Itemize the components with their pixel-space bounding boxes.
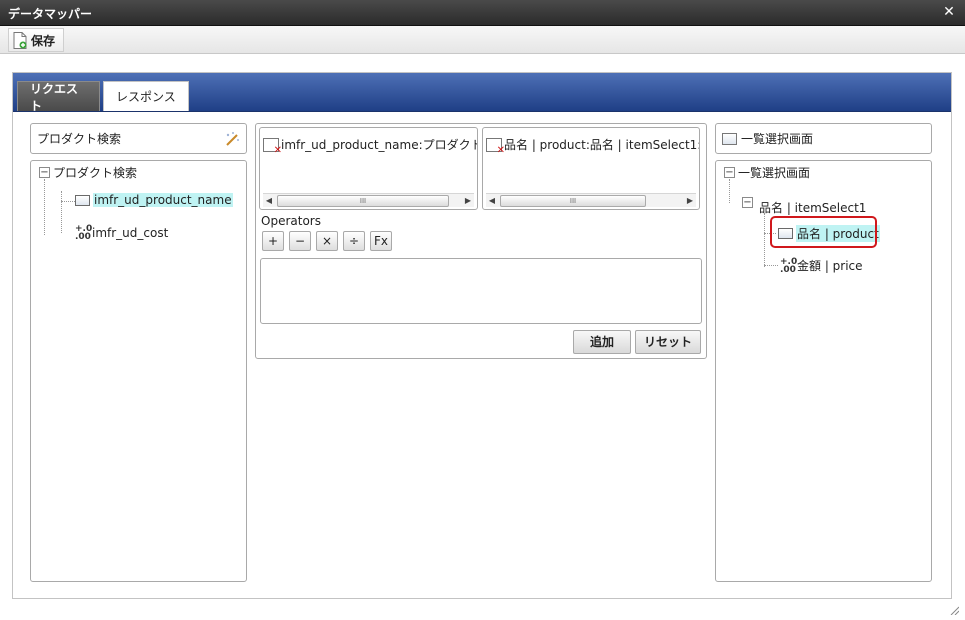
tree-connector bbox=[61, 191, 62, 233]
scroll-right-icon[interactable]: ▶ bbox=[462, 194, 474, 208]
operators-label: Operators bbox=[261, 214, 321, 228]
save-document-icon bbox=[13, 31, 27, 49]
tree-connector bbox=[764, 265, 778, 266]
target-field-box: 品名 | product:品名 | itemSelect1:一覧選択画面 ◀ I… bbox=[482, 127, 700, 210]
selection-highlight-outline bbox=[770, 216, 877, 248]
tree-connector bbox=[44, 179, 45, 235]
tree-item-label: 金額 | price bbox=[797, 259, 863, 273]
scroll-left-icon[interactable]: ◀ bbox=[263, 194, 275, 208]
operator-function-button[interactable]: Fx bbox=[370, 231, 392, 251]
tab-request[interactable]: リクエスト bbox=[17, 81, 100, 113]
collapse-icon[interactable]: − bbox=[724, 167, 735, 178]
screen-list-icon bbox=[722, 132, 737, 145]
tree-item-product-name[interactable]: imfr_ud_product_name bbox=[75, 193, 233, 207]
tree-group-itemselect[interactable]: − 品名 | itemSelect1 bbox=[742, 195, 866, 216]
left-source-header: プロダクト検索 bbox=[30, 123, 247, 154]
number-field-icon: +.0 .00 bbox=[780, 256, 798, 275]
tab-request-label: リクエスト bbox=[30, 81, 79, 113]
scroll-thumb[interactable]: III bbox=[277, 195, 449, 207]
text-field-icon bbox=[75, 194, 90, 206]
horizontal-scrollbar[interactable]: ◀ III ▶ bbox=[486, 193, 696, 207]
operator-divide-button[interactable]: ÷ bbox=[343, 231, 365, 251]
left-source-title: プロダクト検索 bbox=[37, 132, 122, 146]
number-field-icon: +.0 .00 bbox=[75, 224, 93, 242]
add-button[interactable]: 追加 bbox=[573, 330, 631, 354]
scroll-thumb[interactable]: III bbox=[500, 195, 646, 207]
operator-multiply-button[interactable]: × bbox=[316, 231, 338, 251]
resize-grip-icon[interactable] bbox=[949, 604, 960, 616]
operator-minus-button[interactable]: − bbox=[289, 231, 311, 251]
close-icon[interactable]: ✕ bbox=[941, 4, 957, 20]
save-button-label: 保存 bbox=[31, 33, 56, 48]
tree-item-label: imfr_ud_cost bbox=[92, 226, 169, 240]
field-error-icon bbox=[263, 137, 282, 156]
save-button[interactable]: 保存 bbox=[8, 28, 65, 52]
tree-root-label: プロダクト検索 bbox=[53, 166, 138, 180]
tree-item-cost[interactable]: +.0 .00 imfr_ud_cost bbox=[75, 224, 169, 242]
expression-input[interactable] bbox=[260, 258, 702, 324]
tab-response-label: レスポンス bbox=[116, 90, 176, 104]
field-error-icon bbox=[486, 137, 505, 156]
operator-plus-button[interactable]: + bbox=[262, 231, 284, 251]
tree-connector bbox=[764, 213, 765, 267]
right-target-header: 一覧選択画面 bbox=[715, 123, 932, 154]
tree-root-label: 一覧選択画面 bbox=[738, 166, 811, 180]
horizontal-scrollbar[interactable]: ◀ III ▶ bbox=[263, 193, 474, 207]
left-source-tree: − プロダクト検索 imfr_ud_product_name +.0 .00 i… bbox=[30, 160, 247, 582]
source-field-box: imfr_ud_product_name:プロダクト検索 ◀ III ▶ bbox=[259, 127, 478, 210]
tree-item-price[interactable]: +.0 .00 金額 | price bbox=[780, 257, 863, 274]
toolbar: 保存 bbox=[0, 26, 965, 54]
tree-root[interactable]: − プロダクト検索 bbox=[39, 164, 137, 181]
tree-connector bbox=[729, 179, 730, 203]
collapse-icon[interactable]: − bbox=[742, 197, 753, 208]
tab-bar: リクエスト レスポンス bbox=[13, 73, 951, 113]
collapse-icon[interactable]: − bbox=[39, 167, 50, 178]
scroll-right-icon[interactable]: ▶ bbox=[684, 194, 696, 208]
tab-response[interactable]: レスポンス bbox=[103, 81, 189, 111]
tree-connector bbox=[61, 201, 75, 202]
scroll-left-icon[interactable]: ◀ bbox=[486, 194, 498, 208]
edit-wand-icon[interactable] bbox=[224, 131, 240, 147]
window-titlebar: データマッパー ✕ bbox=[0, 0, 965, 26]
tree-group-label: 品名 | itemSelect1 bbox=[759, 201, 867, 215]
tree-item-label: imfr_ud_product_name bbox=[93, 193, 233, 207]
source-field-text: imfr_ud_product_name:プロダクト検索 bbox=[281, 138, 477, 152]
window-title: データマッパー bbox=[8, 7, 93, 21]
reset-button[interactable]: リセット bbox=[635, 330, 701, 354]
target-field-text: 品名 | product:品名 | itemSelect1:一覧選択画面 bbox=[504, 138, 699, 152]
right-target-title: 一覧選択画面 bbox=[741, 132, 814, 146]
tree-root[interactable]: − 一覧選択画面 bbox=[724, 164, 810, 181]
